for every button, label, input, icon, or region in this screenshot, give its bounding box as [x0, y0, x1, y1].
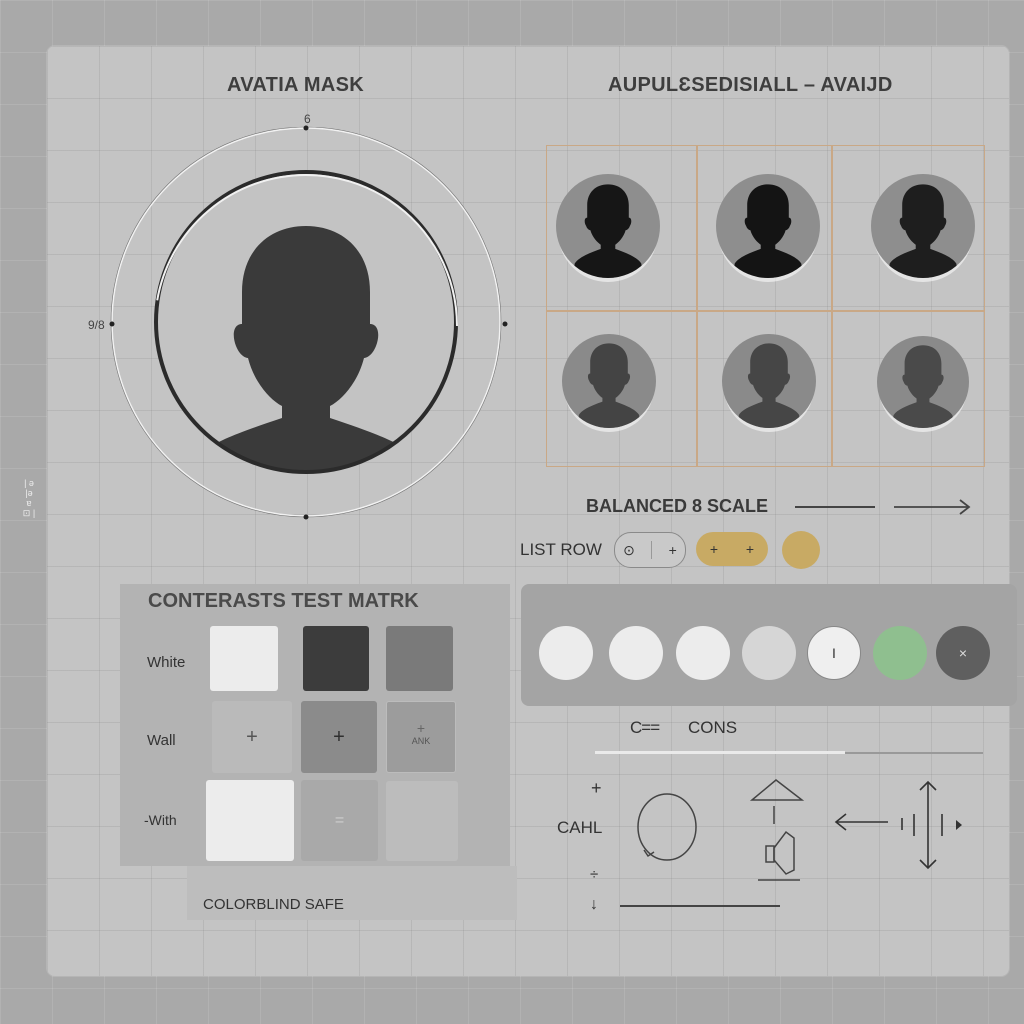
pill-divider [651, 541, 653, 559]
icons-label: CONS [688, 718, 738, 737]
cons-prefix-icon: C== [630, 718, 660, 737]
cahl-label: CAHL [557, 818, 603, 837]
swatch-gray[interactable] [386, 626, 453, 691]
row-label-white: White [147, 654, 186, 671]
divide-icon[interactable]: ÷ [590, 866, 598, 883]
circle-swatch-3[interactable] [676, 626, 730, 680]
list-row-label: LIST ROW [520, 540, 602, 559]
vertical-resize-icon[interactable] [898, 778, 968, 872]
plus-icon: + [709, 541, 719, 557]
circle-swatch-1[interactable] [539, 626, 593, 680]
row-label-with: -With [144, 812, 177, 828]
contrast-matrix-title: CONTERASTS TEST MATRK [148, 590, 419, 612]
swatch-white-large[interactable] [206, 780, 294, 861]
avatar-dark-1[interactable] [556, 174, 660, 278]
avatar-grid-title: AUPULƐSEDISIALL – AVAIJD [608, 74, 893, 96]
speaker-icon[interactable] [748, 776, 806, 884]
bottom-line [620, 905, 780, 907]
swatch-light-plus[interactable]: + [212, 701, 292, 773]
left-mark: 9/8 [88, 318, 105, 332]
arrow-down-icon[interactable]: ↓ [590, 896, 598, 914]
list-row-pill-gold[interactable]: + + [696, 532, 768, 566]
swatch-white[interactable] [210, 626, 278, 691]
swatch-mid-plus[interactable]: + [301, 701, 377, 773]
circle-swatch-2[interactable] [609, 626, 663, 680]
circle-swatch-4[interactable] [742, 626, 796, 680]
avatar-mask-preview[interactable] [104, 120, 508, 524]
gold-dot-button[interactable] [782, 531, 820, 569]
plus-icon: + [745, 541, 755, 557]
circle-swatch-green[interactable] [873, 626, 927, 680]
swatch-ank-label: ANK [411, 736, 431, 746]
colorblind-label: COLORBLIND SAFE [203, 896, 344, 913]
swatch-dark[interactable] [303, 626, 369, 691]
toggle-icon: ⊙ [623, 541, 635, 558]
avatar-mid-1[interactable] [562, 334, 656, 428]
plus-icon: + [416, 720, 426, 736]
close-icon[interactable]: × [936, 626, 990, 680]
swatch-equals[interactable]: = [301, 780, 378, 861]
arrow-left-icon[interactable] [832, 810, 892, 834]
circle-swatch-5[interactable]: I [807, 626, 861, 680]
side-vertical-text: | ǝ |ə ɐ ⊡ | [22, 478, 36, 518]
list-row-pill-outline[interactable]: ⊙ + [614, 532, 686, 568]
avatar-mid-3[interactable] [877, 336, 969, 428]
icons-progress [595, 751, 845, 754]
row-label-wall: Wall [147, 732, 176, 749]
swatch-light-gray[interactable] [386, 781, 458, 861]
arrow-right-icon[interactable] [894, 496, 974, 518]
avatar-mask-title: AVATIA MASK [227, 74, 364, 96]
plus-icon: + [668, 542, 677, 558]
avatar-dark-3[interactable] [871, 174, 975, 278]
scale-line [795, 506, 875, 508]
swatch-ank[interactable]: + ANK [386, 701, 456, 773]
refresh-icon[interactable] [634, 790, 700, 864]
avatar-dark-2[interactable] [716, 174, 820, 278]
plus-icon[interactable]: + [591, 778, 602, 799]
avatar-mid-2[interactable] [722, 334, 816, 428]
balanced-scale-label: BALANCED 8 SCALE [586, 496, 769, 516]
